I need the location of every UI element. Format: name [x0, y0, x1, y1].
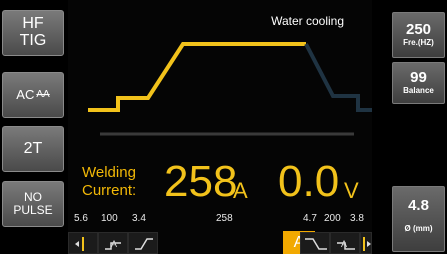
pre-gas-icon[interactable]: [68, 232, 98, 254]
param-left-1: 5.6: [74, 213, 88, 224]
mode-top-label: HF: [22, 15, 44, 33]
current-value: 258: [164, 157, 238, 206]
current-unit: A: [233, 178, 248, 203]
ac-label: AC: [16, 87, 35, 103]
crater-current-icon[interactable]: A: [330, 232, 360, 254]
frequency-label: Fre.(HZ): [403, 38, 434, 47]
trigger-label: 2T: [23, 139, 43, 157]
balance-value: 99: [410, 69, 427, 86]
electrode-value: 4.8: [408, 197, 429, 214]
svg-text:A: A: [111, 239, 117, 249]
frequency-button[interactable]: 250 Fre.(HZ): [392, 12, 445, 58]
electrode-label: Ø (mm): [404, 224, 433, 233]
ac-wave-button[interactable]: AC AA: [2, 72, 64, 118]
main-display: Water cooling Welding Current: 258 A 0.0…: [68, 0, 372, 254]
param-right-3: 3.8: [350, 213, 364, 224]
up-slope-icon[interactable]: [128, 232, 158, 254]
param-left-3: 3.4: [132, 213, 146, 224]
post-gas-icon[interactable]: [360, 232, 372, 254]
frequency-value: 250: [405, 21, 432, 38]
param-center: 258: [216, 213, 233, 224]
right-button-column: 250 Fre.(HZ) 99 Balance 4.8 Ø (mm): [372, 0, 447, 254]
param-right-1: 4.7: [303, 213, 317, 224]
ac-wave-icon: AA: [36, 88, 50, 100]
param-right-2: 200: [324, 213, 341, 224]
svg-text:A: A: [341, 239, 347, 249]
down-slope-icon[interactable]: [300, 232, 330, 254]
electrode-diameter-button[interactable]: 4.8 Ø (mm): [392, 186, 445, 252]
voltage-unit: V: [344, 178, 359, 203]
param-left-2: 100: [101, 213, 118, 224]
no-pulse-button[interactable]: NO PULSE: [2, 181, 64, 227]
left-button-column: HF TIG AC AA 2T NO PULSE: [0, 0, 68, 254]
welding-label: Welding: [82, 164, 136, 181]
welding-curve-active: [88, 42, 306, 112]
balance-button[interactable]: 99 Balance: [392, 62, 445, 104]
voltage-value: 0.0: [278, 157, 340, 206]
start-current-icon[interactable]: A: [98, 232, 128, 254]
mode-bottom-label: TIG: [19, 32, 47, 49]
pulse-bottom-label: PULSE: [13, 203, 53, 217]
welding-curve-ramp-down: [304, 43, 372, 112]
current-label: Current:: [82, 182, 137, 199]
welding-curve-diagram: [88, 42, 372, 136]
balance-label: Balance: [403, 86, 434, 95]
hf-tig-button[interactable]: HF TIG: [2, 10, 64, 56]
trigger-2t-button[interactable]: 2T: [2, 126, 64, 172]
